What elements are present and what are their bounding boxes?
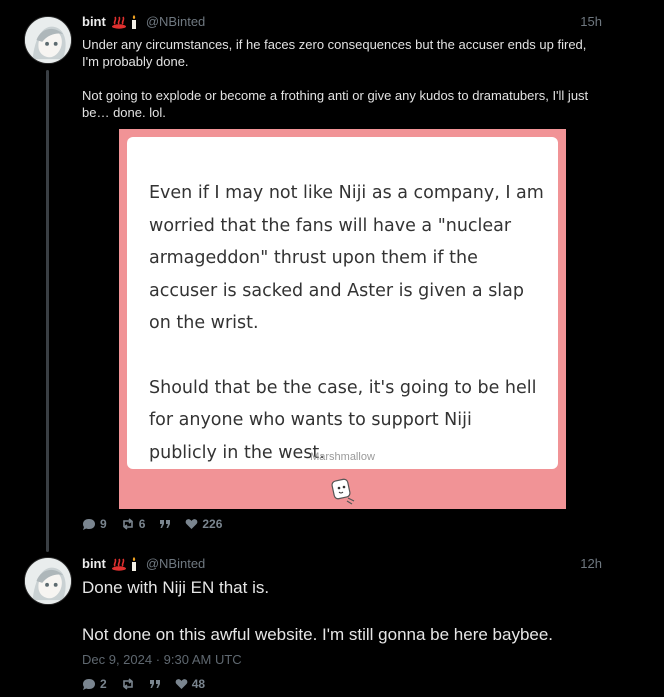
marshmallow-brand: Marshmallow: [310, 451, 375, 463]
like-button[interactable]: 48: [175, 677, 205, 691]
post-date[interactable]: Dec 9, 2024 · 9:30 AM UTC: [82, 652, 242, 667]
post-paragraph: Not done on this awful website. I'm stil…: [82, 625, 554, 644]
heart-icon: [175, 679, 188, 689]
reply-count: 9: [100, 517, 107, 531]
reply-count: 2: [100, 677, 107, 691]
post-body: Under any circumstances, if he faces zer…: [82, 36, 602, 121]
heart-icon: [186, 519, 198, 529]
candle-icon: [131, 14, 136, 29]
thread-connector: [46, 70, 49, 552]
hot-springs-icon: [111, 558, 126, 571]
avatar-image: [25, 558, 71, 604]
post-header: bint @NBinted: [82, 556, 205, 571]
post-actions: 9 6 226: [82, 517, 236, 531]
like-count: 48: [191, 677, 206, 691]
repost-button[interactable]: [121, 678, 135, 690]
comment-bubble-icon: [83, 518, 95, 530]
author-handle[interactable]: @NBinted: [146, 556, 205, 571]
comment-bubble-icon: [83, 678, 95, 690]
post-time[interactable]: 15h: [580, 14, 602, 29]
avatar[interactable]: [24, 16, 72, 64]
post-time[interactable]: 12h: [580, 556, 602, 571]
message-paragraph: Even if I may not like Niji as a company…: [149, 183, 544, 333]
post-paragraph: Done with Niji EN that is.: [82, 578, 270, 597]
quote-button[interactable]: [149, 679, 161, 689]
quote-marks-icon: [149, 680, 160, 688]
post-actions: 2 48: [82, 677, 219, 691]
name-flair: [111, 556, 138, 571]
post-paragraph: Not going to explode or become a frothin…: [82, 88, 589, 120]
marshmallow-message: Even if I may not like Niji as a company…: [149, 177, 544, 469]
post-paragraph: Under any circumstances, if he faces zer…: [82, 37, 587, 69]
like-button[interactable]: 226: [185, 517, 222, 531]
avatar-image: [25, 17, 71, 63]
quote-button[interactable]: [159, 519, 171, 529]
name-flair: [111, 14, 138, 29]
post-header: bint @NBinted: [82, 14, 205, 29]
candle-icon: [131, 556, 136, 571]
attached-image[interactable]: Even if I may not like Niji as a company…: [119, 129, 566, 509]
repost-button[interactable]: 6: [121, 517, 146, 531]
like-count: 226: [202, 517, 223, 531]
repost-arrows-icon: [122, 518, 133, 530]
marshmallow-icon: [331, 478, 355, 505]
repost-count: 6: [138, 517, 146, 531]
post-body: Done with Niji EN that is. Not done on t…: [82, 577, 622, 646]
repost-arrows-icon: [122, 678, 133, 690]
quote-marks-icon: [160, 520, 171, 528]
author-handle[interactable]: @NBinted: [146, 14, 205, 29]
reply-button[interactable]: 2: [82, 677, 107, 691]
author-name[interactable]: bint: [82, 14, 106, 29]
avatar[interactable]: [24, 557, 72, 605]
hot-springs-icon: [111, 16, 126, 29]
timeline: bint @NBinted 15h Under any circumstance…: [0, 0, 664, 697]
marshmallow-card: Even if I may not like Niji as a company…: [127, 137, 558, 469]
author-name[interactable]: bint: [82, 556, 106, 571]
reply-button[interactable]: 9: [82, 517, 107, 531]
